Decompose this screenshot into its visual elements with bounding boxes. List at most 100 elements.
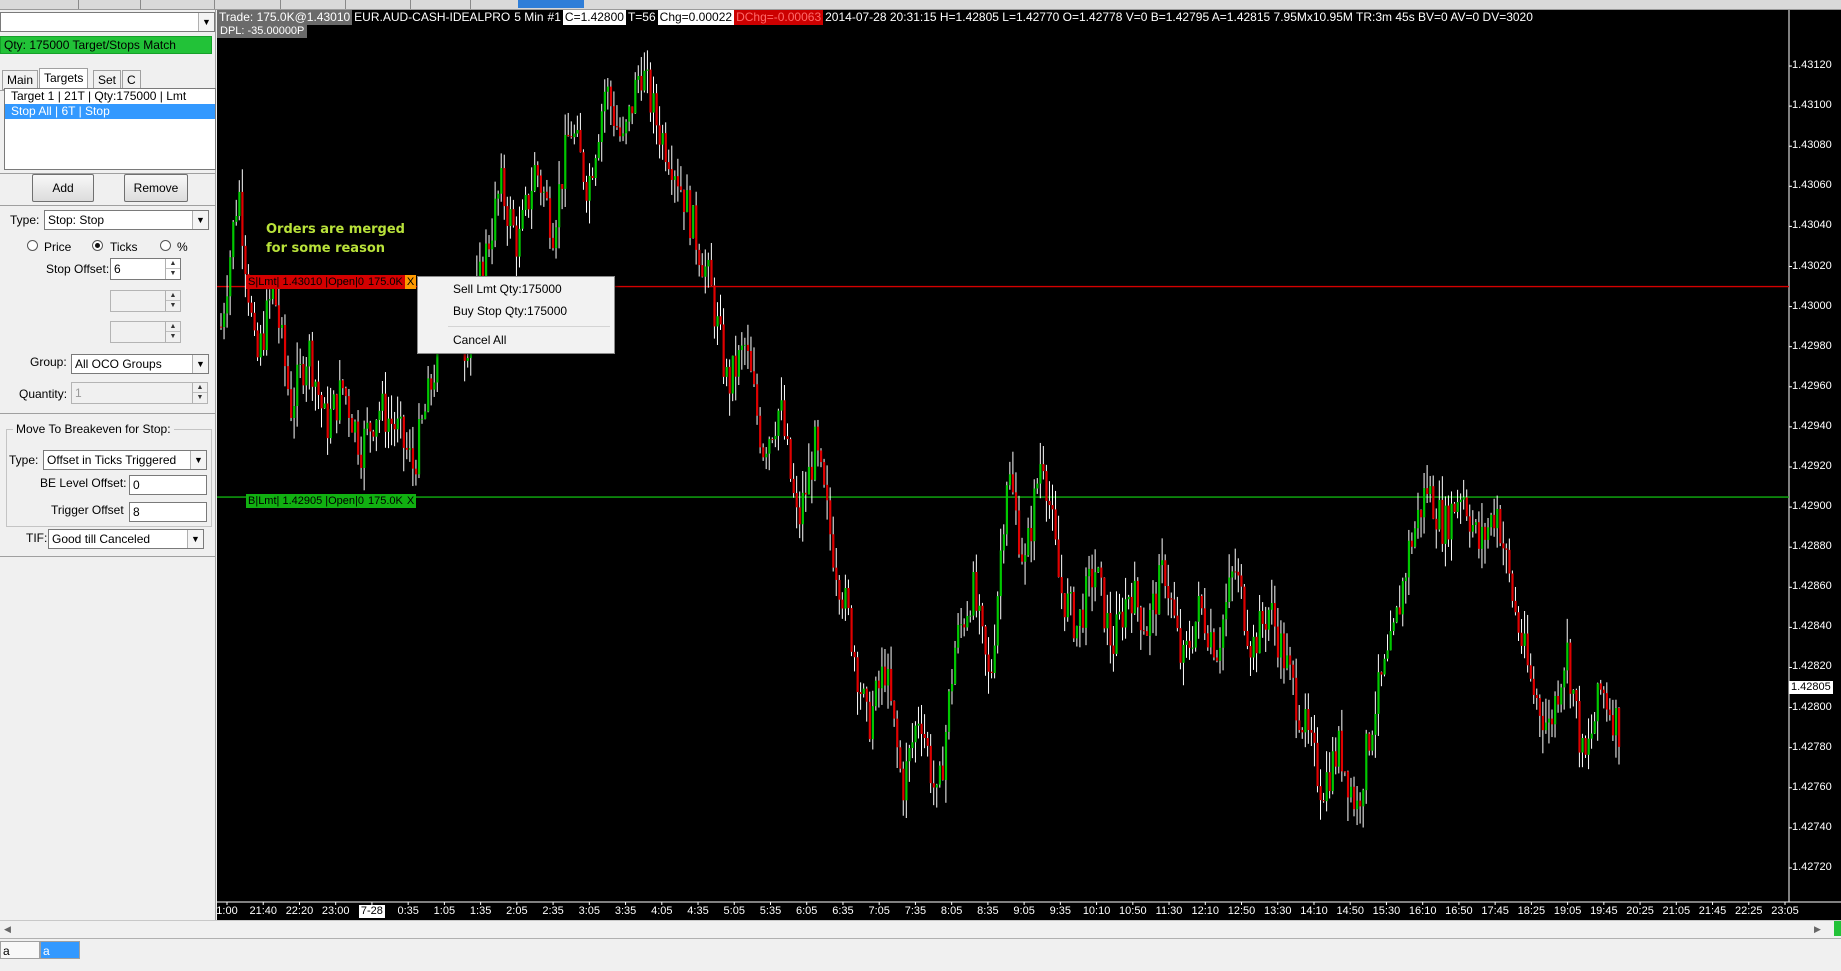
time-tick-label: 16:50 — [1445, 905, 1473, 917]
time-tick-label: 20:25 — [1626, 905, 1654, 917]
time-tick-label: 15:30 — [1372, 905, 1401, 917]
candle-body — [679, 186, 683, 190]
candle-body — [494, 198, 497, 241]
tif-label: TIF: — [26, 531, 48, 545]
targets-list[interactable]: Target 1 | 21T | Qty:175000 | Lmt Stop A… — [4, 88, 216, 170]
candle-body — [740, 345, 744, 351]
candle-body — [1161, 560, 1164, 566]
price-chart[interactable]: Trade: 175.0K@1.43010 EUR.AUD-CASH-IDEALP… — [216, 10, 1841, 920]
trade-info: Trade: 175.0K@1.43010 — [217, 10, 353, 25]
candle-body — [1276, 626, 1280, 658]
candle-body — [999, 550, 1002, 597]
candle-body — [1240, 575, 1243, 587]
menu-item-cancel-all[interactable]: Cancel All — [418, 330, 614, 350]
candle-body — [1587, 738, 1590, 755]
candle-body — [1112, 645, 1115, 654]
candle-body — [923, 733, 926, 739]
remove-button[interactable]: Remove — [124, 174, 188, 202]
candle-body — [783, 400, 786, 437]
candle-body — [506, 206, 509, 226]
candle-body — [1325, 772, 1328, 802]
tif-combo[interactable]: Good till Canceled ▼ — [48, 529, 204, 549]
quantity-stepper: 1 ▲ ▼ — [71, 382, 208, 404]
candle-body — [725, 366, 728, 377]
be-level-field[interactable]: 0 — [129, 475, 207, 495]
close-icon[interactable]: X — [404, 275, 417, 289]
candle-body — [1508, 549, 1511, 574]
type-combo[interactable]: Stop: Stop ▼ — [44, 210, 209, 230]
candle-body — [868, 701, 871, 740]
list-item[interactable]: Stop All | 6T | Stop — [5, 104, 215, 119]
chevron-down-icon[interactable]: ▼ — [190, 451, 206, 469]
candle-body — [1359, 800, 1362, 807]
time-tick-label: 10:50 — [1119, 905, 1147, 917]
candle-body — [1432, 486, 1435, 519]
candle-body — [402, 416, 405, 448]
tab-targets[interactable]: Targets — [39, 68, 89, 90]
group-combo[interactable]: All OCO Groups ▼ — [71, 354, 209, 374]
candle-body — [661, 133, 664, 145]
candle-body — [682, 189, 686, 213]
radio-price[interactable] — [27, 240, 38, 251]
tab-main[interactable]: Main — [2, 70, 39, 90]
time-tick-label: 4:35 — [687, 905, 709, 917]
candle-body — [646, 69, 649, 71]
list-item-label: Target 1 | 21T | Qty:175000 | Lmt — [11, 89, 187, 103]
close-icon[interactable]: X — [404, 494, 417, 508]
group-combo-value: All OCO Groups — [75, 357, 162, 371]
scroll-left-icon[interactable]: ◀ — [0, 922, 15, 936]
candle-body — [1164, 560, 1167, 587]
list-item[interactable]: Target 1 | 21T | Qty:175000 | Lmt — [5, 89, 215, 104]
chevron-down-icon[interactable]: ▼ — [192, 355, 208, 373]
candle-body — [1493, 514, 1496, 529]
menu-item-buy-stop[interactable]: Buy Stop Qty:175000 — [418, 301, 614, 321]
candle-body — [847, 588, 850, 609]
stop-offset-stepper[interactable]: 6 ▲ ▼ — [110, 258, 181, 280]
chevron-down-icon[interactable]: ▼ — [192, 211, 208, 229]
bottom-tab-active[interactable]: a — [40, 941, 80, 959]
radio-ticks[interactable] — [92, 240, 103, 251]
candle-body — [1215, 657, 1219, 661]
candle-body — [244, 245, 247, 275]
time-tick-label: 3:35 — [614, 905, 637, 917]
add-button[interactable]: Add — [32, 174, 94, 202]
candle-body — [1331, 751, 1334, 792]
candle-body — [1011, 474, 1015, 493]
tab-set[interactable]: Set — [93, 70, 122, 90]
account-combo[interactable]: ▼ — [0, 12, 215, 32]
time-tick-label: 19:05 — [1553, 905, 1582, 917]
stepper-buttons[interactable]: ▲ ▼ — [165, 259, 180, 279]
time-tick-label: 1:35 — [469, 905, 492, 917]
candle-body — [530, 190, 533, 210]
time-tick-label: 0:35 — [397, 905, 419, 917]
scroll-right-icon[interactable]: ▶ — [1810, 922, 1825, 936]
buy-limit-order-tag[interactable]: B|Lmt| 1.42905 |Open|0 175.0K X — [246, 494, 417, 508]
candle-body — [1279, 633, 1283, 658]
active-window-tab[interactable] — [518, 0, 584, 8]
sell-limit-order-tag[interactable]: S|Lmt| 1.43010 |Open|0 175.0K X — [246, 275, 417, 289]
candle-body — [1148, 609, 1152, 636]
candle-body — [1133, 580, 1136, 614]
menu-item-sell-limit[interactable]: Sell Lmt Qty:175000 — [418, 279, 614, 299]
candle-body — [1441, 499, 1444, 544]
horizontal-scrollbar[interactable]: ◀ ▶ — [0, 920, 1841, 937]
chevron-down-icon[interactable]: ▼ — [198, 13, 214, 31]
trigger-offset-field[interactable]: 8 — [129, 502, 207, 522]
candle-body — [698, 249, 701, 266]
candle-body — [1502, 543, 1505, 549]
candle-body — [1346, 771, 1350, 798]
tab-c[interactable]: C — [122, 70, 141, 90]
breakeven-type-combo[interactable]: Offset in Ticks Triggered ▼ — [43, 450, 207, 470]
candle-body — [902, 768, 905, 801]
candle-body — [701, 265, 704, 277]
bottom-tab[interactable]: a — [0, 941, 40, 959]
candle-body — [1554, 695, 1557, 725]
chevron-down-icon[interactable]: ▼ — [187, 530, 203, 548]
candle-body — [987, 654, 990, 672]
candle-body — [1532, 678, 1535, 695]
candlestick-chart-canvas[interactable] — [217, 10, 1841, 920]
radio-percent[interactable] — [160, 240, 171, 251]
dpl-value: DPL: -35.00000P — [217, 25, 308, 38]
candle-body — [731, 355, 734, 394]
candle-body — [1292, 664, 1295, 678]
